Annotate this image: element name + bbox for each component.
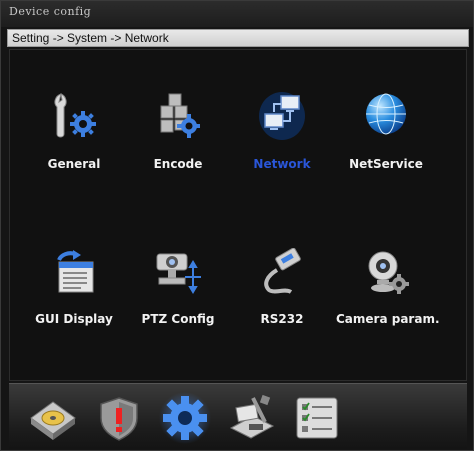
- tile-label-encode: Encode: [153, 157, 203, 171]
- dock-alarm-button[interactable]: [93, 392, 145, 444]
- tile-label-ptz-config: PTZ Config: [141, 312, 215, 326]
- tile-encode[interactable]: Encode: [128, 90, 228, 190]
- globe-icon: [366, 93, 406, 135]
- tile-label-general: General: [47, 157, 101, 171]
- hdd-icon: [30, 401, 76, 440]
- tile-rs232[interactable]: RS232: [232, 248, 332, 348]
- tile-netservice[interactable]: NetService: [336, 90, 436, 190]
- tile-label-gui-display: GUI Display: [35, 312, 113, 326]
- breadcrumb: Setting -> System -> Network: [7, 29, 469, 47]
- tools-icon: [229, 394, 275, 439]
- ptz-camera-icon: [156, 253, 201, 294]
- tile-label-network: Network: [253, 157, 311, 171]
- system-gear-icon: [159, 392, 211, 444]
- gui-display-icon: [57, 250, 94, 293]
- tile-label-camera-param: Camera param.: [336, 312, 440, 326]
- dock-storage-button[interactable]: [27, 392, 79, 444]
- breadcrumb-text: Setting -> System -> Network: [12, 31, 169, 45]
- tile-network[interactable]: Network: [232, 90, 332, 190]
- tile-label-netservice: NetService: [349, 157, 423, 171]
- window-title: Device config: [9, 5, 92, 18]
- bottom-dock: [9, 383, 467, 449]
- serial-cable-icon: [264, 248, 301, 294]
- checklist-icon: [296, 397, 338, 439]
- title-bar[interactable]: Device config: [1, 1, 473, 27]
- network-monitors-icon: [259, 92, 305, 140]
- dock-system-button[interactable]: [159, 392, 211, 444]
- device-config-window: Device config Setting -> System -> Netwo…: [0, 0, 474, 451]
- tile-label-rs232: RS232: [260, 312, 304, 326]
- alarm-shield-icon: [100, 397, 138, 441]
- tile-ptz-config[interactable]: PTZ Config: [128, 248, 228, 348]
- tile-camera-param[interactable]: Camera param.: [336, 248, 440, 348]
- dock-info-button[interactable]: [291, 392, 343, 444]
- dock-tools-button[interactable]: [225, 392, 277, 444]
- tile-general[interactable]: General: [24, 90, 124, 190]
- wrench-gear-icon: [54, 93, 96, 138]
- encode-cubes-icon: [160, 93, 200, 138]
- webcam-gear-icon: [368, 251, 409, 294]
- tile-gui-display[interactable]: GUI Display: [24, 248, 124, 348]
- settings-panel: General Encode Network NetService GUI Di…: [9, 49, 467, 381]
